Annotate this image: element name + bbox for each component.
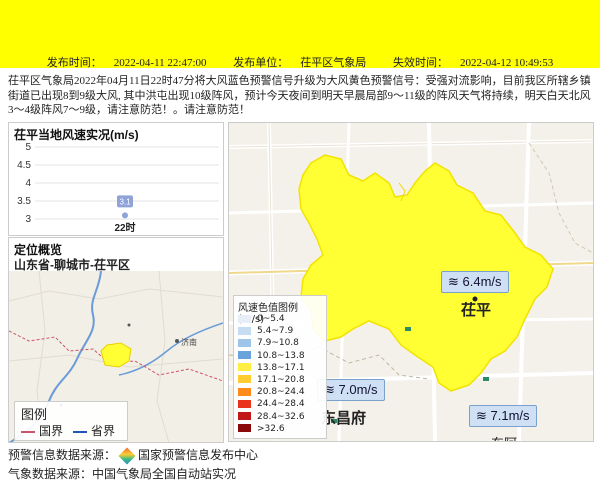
warning-meta: 发布时间： 2022-04-11 22:47:00 发布单位： 茌平区气象局 失效时… <box>0 54 600 70</box>
y-tick-label: 4 <box>25 178 31 189</box>
y-tick-label: 4.5 <box>17 160 31 171</box>
legend-range-label: 13.8~17.1 <box>257 362 305 373</box>
y-tick-label: 3 <box>25 214 31 225</box>
wind-legend-row: 7.9~10.8 <box>238 337 305 349</box>
wind-legend-row: 24.4~28.4 <box>238 398 305 410</box>
y-tick-label: 5 <box>25 142 31 153</box>
wind-legend-row: 20.8~24.4 <box>238 386 305 398</box>
color-swatch <box>238 314 251 323</box>
wind-legend-row: 0~5.4 <box>238 313 305 325</box>
wind-speed-panel: 茌平当地风速实况(m/s) 5 4.5 4 3.5 3 3.1 22时 <box>8 122 224 236</box>
boundary-legend: 图例 国界 省界 <box>14 401 128 441</box>
wind-color-legend: 风速色值图例 (m/s) 0~5.4 5.4~7.9 7.9~10.8 10.8~13… <box>233 295 327 439</box>
legend-range-label: 17.1~20.8 <box>257 374 305 385</box>
place-dongchangfu: 东昌府 <box>321 409 367 427</box>
wind-legend-row: 17.1~20.8 <box>238 374 305 386</box>
y-tick-label: 3.5 <box>17 196 31 207</box>
legend-province: 省界 <box>73 422 115 439</box>
province-line-icon <box>73 431 87 434</box>
warning-description: 茌平区气象局2022年04月11日22时47分将大风蓝色预警信号升级为大风黄色预… <box>8 75 591 116</box>
wind-legend-row: 10.8~13.8 <box>238 350 305 362</box>
legend-range-label: 5.4~7.9 <box>257 326 294 337</box>
wind-legend-rows: 0~5.4 5.4~7.9 7.9~10.8 10.8~13.8 13.8~17.1 17… <box>238 313 305 435</box>
source-link[interactable]: 国家预警信息发布中心 <box>138 448 258 462</box>
data-label: 3.1 <box>119 197 131 206</box>
boundary-legend-title: 图例 <box>21 407 48 422</box>
wind-label-chiping[interactable]: ≋ 6.4m/s <box>441 271 509 293</box>
wind-legend-row: 13.8~17.1 <box>238 362 305 374</box>
location-panel: 定位概览 山东省-聊城市-茌平区 济南 图例 国界 省界 <box>8 237 224 443</box>
wind-legend-row: >32.6 <box>238 423 305 435</box>
footer-weather-source: 气象数据来源：中国气象局全国自动站实况 <box>8 467 237 481</box>
color-swatch <box>238 338 251 347</box>
legend-range-label: 20.8~24.4 <box>257 387 305 398</box>
wind-icon: ≋ <box>448 274 459 289</box>
wind-legend-row: 28.4~32.6 <box>238 411 305 423</box>
color-swatch <box>238 351 251 360</box>
place-chiping: 茌平 <box>461 301 492 319</box>
wind-label-dongchangfu[interactable]: ≋ 7.0m/s <box>317 379 385 401</box>
expire-time: 失效时间： 2022-04-12 10:49:53 <box>393 57 554 69</box>
color-swatch <box>238 375 251 384</box>
x-tick-label: 22时 <box>114 221 135 234</box>
legend-range-label: 24.4~28.4 <box>257 399 305 410</box>
wind-chart: 5 4.5 4 3.5 3 3.1 22时 <box>17 142 219 234</box>
color-swatch <box>238 424 251 433</box>
legend-country: 国界 <box>21 422 63 439</box>
color-swatch <box>238 326 251 335</box>
warning-map-panel[interactable]: 茌平 东昌府 东阿 ≋ 6.4m/s ≋ 7.0m/s ≋ 7.1m/s 风速色… <box>228 122 594 442</box>
place-partial: 东阿 <box>491 433 517 441</box>
legend-range-label: >32.6 <box>257 423 285 434</box>
wind-legend-row: 5.4~7.9 <box>238 325 305 337</box>
legend-range-label: 10.8~13.8 <box>257 350 305 361</box>
color-swatch <box>238 387 251 396</box>
footer-source: 预警信息数据来源： 国家预警信息发布中心 <box>8 446 258 465</box>
data-point <box>122 212 128 219</box>
city-label-jinan: 济南 <box>181 337 197 347</box>
color-swatch <box>238 399 251 408</box>
wind-label-dong-e[interactable]: ≋ 7.1m/s <box>469 405 537 427</box>
source-logo-icon <box>118 447 136 465</box>
wind-icon: ≋ <box>476 408 487 423</box>
publish-time: 发布时间： 2022-04-11 22:47:00 <box>46 57 207 69</box>
legend-range-label: 0~5.4 <box>257 314 285 324</box>
legend-range-label: 7.9~10.8 <box>257 338 299 349</box>
color-swatch <box>238 363 251 372</box>
publisher: 发布单位： 茌平区气象局 <box>233 57 367 69</box>
legend-range-label: 28.4~32.6 <box>257 411 305 422</box>
country-line-icon <box>21 431 35 434</box>
color-swatch <box>238 412 251 420</box>
